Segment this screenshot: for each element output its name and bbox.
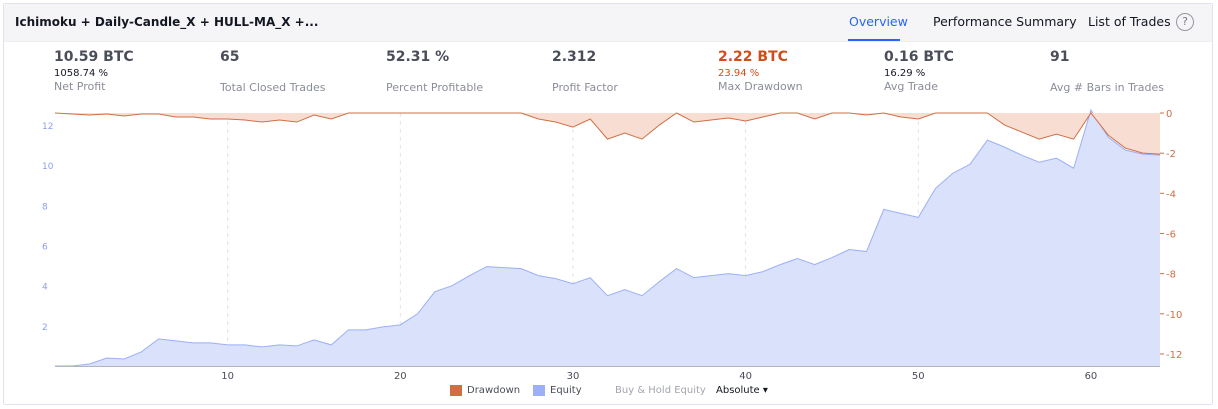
- x-tick-label: 30: [567, 371, 580, 382]
- right-tick-label: -4: [1166, 189, 1176, 200]
- left-tick-label: 6: [42, 243, 48, 253]
- x-tick-label: 60: [1085, 371, 1098, 382]
- left-tick-label: 4: [42, 283, 48, 293]
- left-tick-label: 8: [42, 202, 48, 212]
- x-tick-label: 40: [739, 371, 752, 382]
- right-tick-label: -12: [1166, 350, 1182, 361]
- right-tick-label: -10: [1166, 310, 1182, 321]
- legend-equity-swatch: [533, 385, 545, 396]
- caret-down-icon: ▾: [762, 385, 768, 396]
- right-tick-label: -8: [1166, 270, 1176, 281]
- right-tick-label: -6: [1166, 229, 1176, 240]
- equity-area: [55, 109, 1160, 366]
- left-tick-label: 10: [42, 162, 54, 172]
- right-tick-label: 0: [1166, 109, 1172, 120]
- x-tick-label: 20: [394, 371, 407, 382]
- mode-dropdown-label: Absolute: [716, 385, 760, 396]
- legend-buy-hold-equity[interactable]: Buy & Hold Equity: [615, 385, 706, 396]
- x-tick-label: 50: [912, 371, 925, 382]
- mode-dropdown[interactable]: Absolute ▾: [716, 385, 768, 396]
- right-tick-label: -2: [1166, 149, 1176, 160]
- equity-drawdown-chart[interactable]: 10 20 30 40 50 60 2 4 6 8 10 12 0 -2 -4 -6 -8 -10 -12: [0, 0, 1218, 409]
- x-tick-label: 10: [221, 371, 234, 382]
- legend-equity[interactable]: Equity: [550, 385, 582, 396]
- left-tick-label: 2: [42, 323, 48, 333]
- legend-drawdown-swatch: [450, 385, 462, 396]
- legend-drawdown[interactable]: Drawdown: [467, 385, 520, 396]
- left-tick-label: 12: [42, 122, 53, 132]
